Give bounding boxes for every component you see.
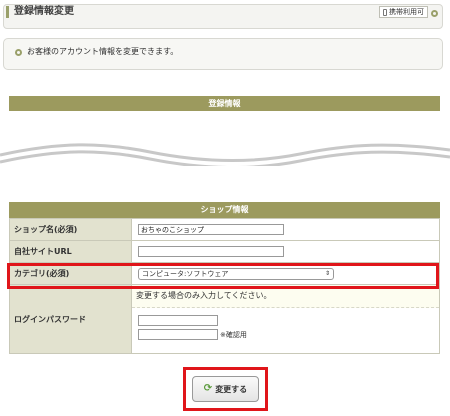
circle-toggle-icon[interactable] (431, 10, 438, 17)
wavy-divider (0, 143, 450, 166)
password-cell: 変更する場合のみ入力してください。 ※確認用 (131, 284, 440, 354)
site-url-cell (131, 240, 440, 263)
circle-bullet-icon (15, 49, 22, 56)
confirm-label: ※確認用 (220, 330, 247, 339)
password-label: ログインパスワード (9, 284, 132, 354)
shop-name-input[interactable]: おちゃのこショップ (138, 224, 284, 235)
header-accent-bar (6, 6, 9, 18)
site-url-label: 自社サイトURL (9, 240, 132, 263)
password-input[interactable] (138, 315, 218, 326)
table-row: ショップ名(必須) おちゃのこショップ (9, 218, 440, 241)
page-title: 登録情報変更 (14, 6, 74, 17)
shop-name-label: ショップ名(必須) (9, 218, 132, 241)
registration-section-title: 登録情報 (9, 96, 440, 111)
site-url-input[interactable] (138, 246, 284, 257)
table-row: ログインパスワード 変更する場合のみ入力してください。 ※確認用 (9, 284, 440, 354)
info-message: お客様のアカウント情報を変更できます。 (27, 47, 179, 56)
password-fields: ※確認用 (138, 315, 439, 340)
submit-button[interactable]: ⟳ 変更する (192, 376, 259, 402)
password-confirm-input[interactable] (138, 329, 218, 340)
table-row: 自社サイトURL (9, 240, 440, 263)
category-highlight-box (7, 263, 439, 289)
mobile-badge-label: 携帯利用可 (389, 8, 424, 16)
shop-section-title: ショップ情報 (9, 202, 440, 218)
password-confirm-row: ※確認用 (138, 329, 439, 340)
shop-name-cell: おちゃのこショップ (131, 218, 440, 241)
refresh-icon: ⟳ (203, 383, 213, 394)
submit-label: 変更する (215, 384, 248, 394)
mobile-available-badge: 携帯利用可 (379, 6, 428, 18)
mobile-phone-icon (383, 8, 387, 16)
